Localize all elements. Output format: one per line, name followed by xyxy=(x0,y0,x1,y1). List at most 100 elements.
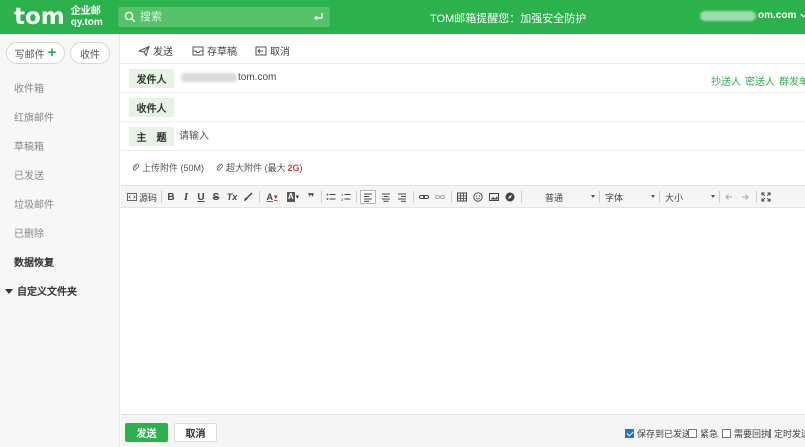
subject-label: 主 题 xyxy=(129,127,174,146)
insert-image-button[interactable] xyxy=(487,190,501,204)
toolbar-divider xyxy=(599,191,600,203)
bcc-link[interactable]: 密送人 xyxy=(745,77,775,88)
sidebar-item-inbox[interactable]: 收件箱 xyxy=(0,84,119,113)
urgent-option[interactable]: 紧急 xyxy=(688,427,718,440)
sidebar-item-sent[interactable]: 已发送 xyxy=(0,171,119,200)
save-draft-action[interactable]: 存草稿 xyxy=(192,43,237,58)
security-notice[interactable]: TOM邮箱提醒您：加强安全防护 xyxy=(430,10,586,26)
read-receipt-label: 需要回执 xyxy=(734,429,771,439)
upload-attachment-link[interactable]: 上传附件 (50M) xyxy=(131,161,204,174)
sidebar-item-data-recovery[interactable]: 数据恢复 xyxy=(0,258,119,287)
editor-body[interactable] xyxy=(121,209,805,414)
toolbar-divider xyxy=(161,191,162,203)
cancel-action-label: 取消 xyxy=(270,47,290,58)
from-value[interactable]: tom.com xyxy=(181,72,276,83)
cancel-button[interactable]: 取消 xyxy=(174,423,217,442)
toolbar-divider xyxy=(659,191,660,203)
cancel-action[interactable]: 取消 xyxy=(255,43,290,58)
emoji-button[interactable] xyxy=(471,190,485,204)
link-icon xyxy=(419,195,429,199)
numbered-list-button[interactable]: 1 2 xyxy=(340,190,352,204)
caret-down-icon: ▾ xyxy=(295,194,300,201)
align-right-icon xyxy=(398,193,406,202)
sidebar-item-flagged[interactable]: 红旗邮件 xyxy=(0,113,119,142)
compose-button[interactable]: 写邮件 + xyxy=(6,42,65,64)
large-attachment-suffix: ) xyxy=(299,162,303,173)
urgent-checkbox[interactable] xyxy=(688,429,697,438)
send-action-label: 发送 xyxy=(153,47,173,58)
receive-button[interactable]: 收件 xyxy=(70,42,110,64)
compose-label: 写邮件 xyxy=(14,49,45,61)
enter-icon[interactable] xyxy=(312,11,324,23)
bottom-bar: 发送 取消 保存到已发送 紧急 需要回执 定时发送 xyxy=(121,414,805,447)
account-menu[interactable]: om.com xyxy=(700,10,805,21)
from-name-redacted xyxy=(181,73,237,82)
send-action[interactable]: 发送 xyxy=(138,43,173,58)
paperclip-icon xyxy=(132,163,139,171)
save-to-sent-option[interactable]: 保存到已发送 xyxy=(625,427,691,440)
save-to-sent-checkbox[interactable] xyxy=(625,429,634,438)
insert-link-compass-button[interactable] xyxy=(503,190,517,204)
strikethrough-button[interactable]: S xyxy=(210,190,222,204)
sidebar-item-drafts[interactable]: 草稿箱 xyxy=(0,142,119,171)
font-family-select[interactable]: 字体 xyxy=(605,190,655,204)
sidebar-item-spam[interactable]: 垃圾邮件 xyxy=(0,200,119,229)
unlink-button[interactable] xyxy=(433,190,447,204)
search-input[interactable] xyxy=(140,7,310,27)
align-right-button[interactable] xyxy=(395,190,409,204)
cc-link[interactable]: 抄送人 xyxy=(711,77,741,88)
to-row[interactable]: 收件人 xyxy=(121,93,805,122)
large-attachment-link[interactable]: 超大附件 (最大 2G ) xyxy=(215,161,303,174)
underline-button[interactable]: U xyxy=(195,190,207,204)
read-receipt-checkbox[interactable] xyxy=(722,429,731,438)
clear-format-button[interactable]: Tx xyxy=(225,190,239,204)
blockquote-button[interactable]: ❞ xyxy=(305,190,317,204)
sidebar-item-custom-folders[interactable]: 自定义文件夹 xyxy=(0,287,119,316)
subject-input[interactable] xyxy=(179,127,739,146)
editor-toolbar: 源码 B I U S Tx A ▾ A ▾ ❞ 1 2 普通 字体 大小 xyxy=(121,185,805,208)
read-receipt-option[interactable]: 需要回执 xyxy=(722,427,770,440)
fullscreen-button[interactable] xyxy=(759,190,773,204)
source-code-button[interactable]: 源码 xyxy=(127,190,157,204)
format-painter-button[interactable] xyxy=(242,190,254,204)
align-left-button[interactable] xyxy=(360,190,376,204)
font-size-select[interactable]: 大小 xyxy=(665,190,715,204)
logo[interactable]: tom 企业邮 qy.tom xyxy=(14,4,103,30)
font-color-button[interactable]: A ▾ xyxy=(263,190,281,204)
align-center-button[interactable] xyxy=(379,190,393,204)
save-draft-label: 存草稿 xyxy=(207,47,237,58)
numbered-list-icon: 1 2 xyxy=(341,192,351,202)
urgent-label: 紧急 xyxy=(700,429,719,439)
insert-link-button[interactable] xyxy=(417,190,431,204)
italic-button[interactable]: I xyxy=(180,190,192,204)
bold-button[interactable]: B xyxy=(165,190,177,204)
align-center-icon xyxy=(382,193,390,202)
redo-button[interactable] xyxy=(738,190,752,204)
account-name-redacted xyxy=(700,10,756,21)
scheduled-send-option[interactable]: 定时发送 xyxy=(769,427,805,440)
sidebar-item-deleted[interactable]: 已删除 xyxy=(0,229,119,258)
background-color-button[interactable]: A ▾ xyxy=(284,190,302,204)
insert-table-button[interactable] xyxy=(455,190,469,204)
sidebar: 写邮件 + 收件 收件箱 红旗邮件 草稿箱 已发送 垃圾邮件 已删除 数据恢复 … xyxy=(0,34,120,447)
caret-down-icon xyxy=(5,289,13,294)
unlink-icon xyxy=(435,195,445,199)
toolbar-divider xyxy=(756,191,757,203)
toolbar-divider xyxy=(413,191,414,203)
align-left-icon xyxy=(364,193,372,202)
large-attachment-prefix: 超大附件 (最大 xyxy=(226,163,286,173)
separate-send-link[interactable]: 群发单显 xyxy=(779,77,805,88)
font-family-value: 字体 xyxy=(605,192,624,203)
undo-icon xyxy=(725,194,732,200)
paragraph-format-select[interactable]: 普通 xyxy=(545,190,595,204)
scheduled-send-checkbox[interactable] xyxy=(769,429,771,438)
bullet-list-button[interactable] xyxy=(325,190,337,204)
send-button[interactable]: 发送 xyxy=(125,423,168,442)
fullscreen-icon xyxy=(761,192,771,202)
upload-attachment-label: 上传附件 (50M) xyxy=(142,163,205,173)
undo-button[interactable] xyxy=(722,190,736,204)
logo-subtitle-cn: 企业邮 xyxy=(70,6,101,17)
exit-icon xyxy=(255,46,267,55)
toolbar-divider xyxy=(719,191,720,203)
toolbar-divider xyxy=(356,191,357,203)
